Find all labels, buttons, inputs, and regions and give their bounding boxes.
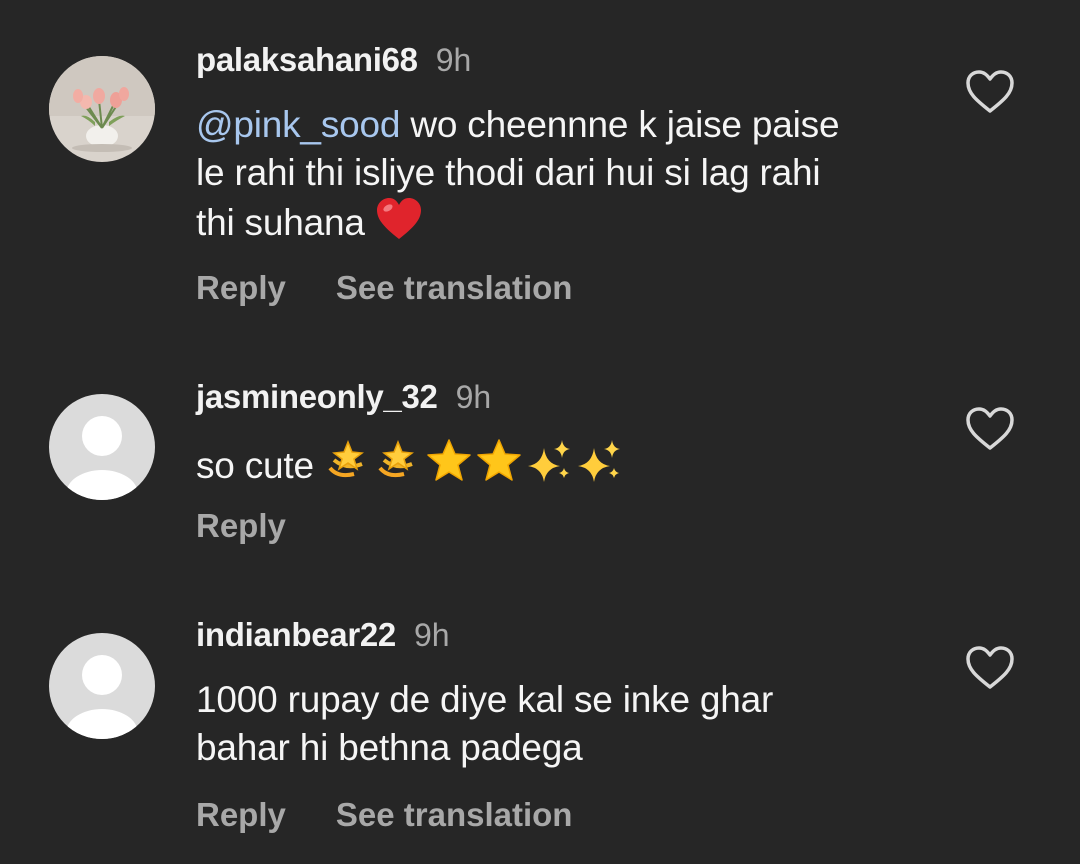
reply-button[interactable]: Reply — [196, 506, 286, 546]
dizzy-emoji-icon — [374, 438, 424, 496]
comment-actions: Reply See translation — [196, 268, 572, 308]
tulip-lamp-avatar-icon — [49, 56, 155, 162]
comment-text: @pink_sood wo cheennne k jaise paise le … — [196, 101, 936, 253]
comment-header: palaksahani68 9h — [196, 40, 471, 80]
see-translation-button[interactable]: See translation — [336, 268, 573, 308]
avatar[interactable] — [49, 394, 155, 500]
reply-button[interactable]: Reply — [196, 268, 286, 308]
timestamp: 9h — [413, 617, 450, 653]
timestamp: 9h — [455, 379, 492, 415]
heart-outline-icon[interactable] — [964, 68, 1016, 116]
comment-actions: Reply — [196, 506, 286, 546]
username[interactable]: indianbear22 — [196, 616, 396, 653]
username[interactable]: jasmineonly_32 — [196, 378, 438, 415]
timestamp: 9h — [435, 42, 472, 78]
comment-line: le rahi thi isliye thodi dari hui si lag… — [196, 152, 821, 193]
comment-text: 1000 rupay de diye kal se inke ghar baha… — [196, 676, 936, 772]
avatar[interactable] — [49, 633, 155, 739]
comment-line: bahar hi bethna padega — [196, 727, 583, 768]
comment-line: so cute — [196, 445, 324, 486]
star-emoji-icon — [424, 438, 474, 496]
comment-header: jasmineonly_32 9h — [196, 377, 491, 417]
comment-actions: Reply See translation — [196, 795, 572, 835]
default-avatar-icon — [49, 394, 155, 500]
dizzy-emoji-icon — [324, 438, 374, 496]
sparkles-emoji-icon — [574, 438, 624, 496]
sparkles-emoji-icon — [524, 438, 574, 496]
star-emoji-icon — [474, 438, 524, 496]
default-avatar-icon — [49, 633, 155, 739]
comment-header: indianbear22 9h — [196, 615, 450, 655]
mention-link[interactable]: @pink_sood — [196, 104, 400, 145]
heart-outline-icon[interactable] — [964, 405, 1016, 453]
heart-outline-icon[interactable] — [964, 644, 1016, 692]
comment-text: so cute — [196, 438, 936, 496]
heart-emoji-icon — [375, 197, 423, 253]
comment-line: wo cheennne k jaise paise — [400, 104, 840, 145]
reply-button[interactable]: Reply — [196, 795, 286, 835]
avatar[interactable] — [49, 56, 155, 162]
comment-line: 1000 rupay de diye kal se inke ghar — [196, 679, 774, 720]
comment-line: thi suhana — [196, 202, 375, 243]
username[interactable]: palaksahani68 — [196, 41, 418, 78]
see-translation-button[interactable]: See translation — [336, 795, 573, 835]
